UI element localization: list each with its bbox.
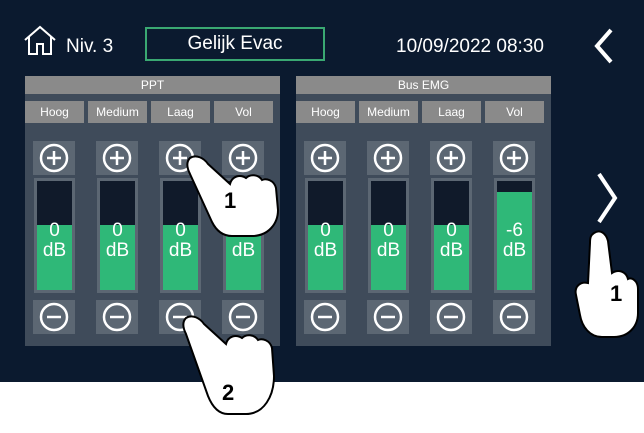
level-label: Niv. 3 [66,36,114,57]
level-value: 0 [446,220,457,241]
channel-label: Medium [359,101,418,123]
plus-circle-icon [436,143,466,173]
decrease-button[interactable] [430,300,472,334]
level-unit: dB [42,240,67,261]
mode-button[interactable]: Gelijk Evac [145,27,325,61]
back-chevron-icon[interactable] [591,26,615,71]
channel-vol: Vol -6 dB [485,101,544,344]
level-unit: dB [502,240,527,261]
level-meter: 0 dB [305,178,346,293]
channel-label: Laag [422,101,481,123]
decrease-button[interactable] [367,300,409,334]
level-unit: dB [376,240,401,261]
level-meter: -6 dB [494,178,535,293]
minus-circle-icon [310,302,340,332]
level-meter: 0 dB [368,178,409,293]
channel-hoog: Hoog 0 dB [296,101,355,344]
level-meter: 0 dB [34,178,75,293]
increase-button[interactable] [304,141,346,175]
callout-number: 2 [222,380,235,405]
level-value: 0 [112,220,123,241]
channel-medium: Medium 0 dB [359,101,418,344]
panel-title: Bus EMG [296,76,551,94]
callout-number: 1 [224,188,237,213]
channel-hoog: Hoog 0 dB [25,101,84,344]
hand-pointer-icon: 1 [572,225,644,345]
decrease-button[interactable] [96,300,138,334]
level-unit: dB [105,240,130,261]
minus-circle-icon [436,302,466,332]
forward-chevron-icon[interactable] [595,170,619,231]
plus-circle-icon [499,143,529,173]
minus-circle-icon [102,302,132,332]
minus-circle-icon [499,302,529,332]
top-bar: Niv. 3 Gelijk Evac 10/09/2022 08:30 [0,0,583,70]
minus-circle-icon [373,302,403,332]
plus-circle-icon [310,143,340,173]
level-value: 0 [49,220,60,241]
decrease-button[interactable] [33,300,75,334]
hand-pointer-icon: 2 [178,310,283,425]
increase-button[interactable] [33,141,75,175]
plus-circle-icon [373,143,403,173]
channel-laag: Laag 0 dB [422,101,481,344]
level-meter: 0 dB [97,178,138,293]
plus-circle-icon [102,143,132,173]
screen: Niv. 3 Gelijk Evac 10/09/2022 08:30 PPT … [0,0,583,382]
channel-label: Vol [214,101,273,123]
channel-label: Medium [88,101,147,123]
callout-number: 1 [610,281,623,306]
decrease-button[interactable] [493,300,535,334]
hand-pointer-icon: 1 [182,150,287,245]
level-meter: 0 dB [431,178,472,293]
increase-button[interactable] [367,141,409,175]
minus-circle-icon [39,302,69,332]
level-unit: dB [439,240,464,261]
level-value: 0 [320,220,331,241]
home-icon[interactable] [22,24,58,56]
plus-circle-icon [39,143,69,173]
level-unit: dB [313,240,338,261]
decrease-button[interactable] [304,300,346,334]
level-value: -6 [506,220,523,241]
level-value: 0 [383,220,394,241]
channel-label: Vol [485,101,544,123]
datetime-label: 10/09/2022 08:30 [396,36,544,57]
increase-button[interactable] [96,141,138,175]
panel-title: PPT [25,76,280,94]
channel-label: Laag [151,101,210,123]
channel-medium: Medium 0 dB [88,101,147,344]
channel-label: Hoog [296,101,355,123]
increase-button[interactable] [493,141,535,175]
increase-button[interactable] [430,141,472,175]
channel-label: Hoog [25,101,84,123]
panel-bus-emg: Bus EMG Hoog 0 dB Medium 0 dB Laag 0 dB … [296,76,551,346]
